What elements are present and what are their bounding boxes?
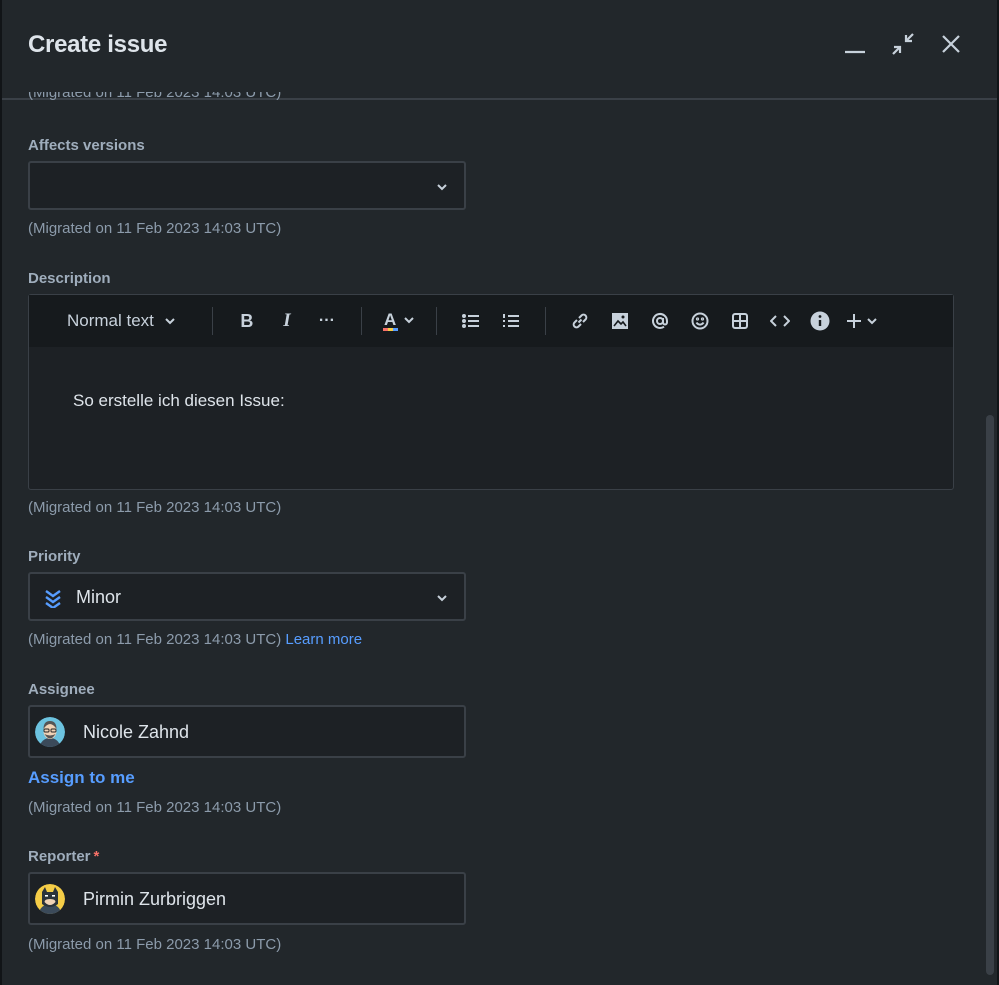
toolbar-divider: [544, 307, 546, 335]
more-formatting-button[interactable]: ···: [307, 305, 347, 337]
assignee-label: Assignee: [28, 681, 95, 698]
italic-button[interactable]: I: [267, 305, 307, 337]
image-icon[interactable]: [600, 305, 640, 337]
reporter-field[interactable]: Pirmin Zurbriggen: [28, 872, 466, 925]
toolbar-divider: [360, 307, 362, 335]
bold-button[interactable]: B: [227, 305, 267, 337]
required-marker: *: [93, 848, 100, 865]
chevron-down-icon: [165, 318, 175, 325]
description-editor[interactable]: Normal text B I ··· A So erstelle ich di…: [28, 294, 954, 490]
numbered-list-icon[interactable]: [491, 305, 531, 337]
text-color-button[interactable]: A: [376, 305, 422, 337]
previous-field-helper: (Migrated on 11 Feb 2023 14:03 UTC): [28, 92, 293, 106]
close-icon[interactable]: [939, 32, 963, 56]
previous-field-helper-text: (Migrated on 11 Feb 2023 14:03 UTC): [28, 92, 282, 101]
priority-select[interactable]: Minor: [28, 572, 466, 621]
priority-label: Priority: [28, 548, 81, 565]
minimize-icon[interactable]: [843, 32, 867, 56]
learn-more-link[interactable]: Learn more: [285, 631, 362, 648]
emoji-icon[interactable]: [680, 305, 720, 337]
info-panel-icon[interactable]: [800, 305, 840, 337]
collapse-arrows-icon[interactable]: [891, 32, 915, 56]
toolbar-divider: [435, 307, 437, 335]
mention-icon[interactable]: [640, 305, 680, 337]
modal-header: Create issue: [2, 0, 997, 100]
priority-value: Minor: [76, 587, 122, 607]
priority-helper-text: (Migrated on 11 Feb 2023 14:03 UTC): [28, 631, 282, 648]
assignee-field[interactable]: Nicole Zahnd: [28, 705, 466, 758]
assign-to-me-link[interactable]: Assign to me: [28, 768, 135, 788]
table-icon[interactable]: [720, 305, 760, 337]
chevron-down-icon: [436, 591, 448, 609]
assignee-name: Nicole Zahnd: [83, 722, 190, 742]
minor-priority-icon: [44, 588, 62, 613]
description-label: Description: [28, 270, 111, 287]
modal-title: Create issue: [28, 31, 168, 58]
text-style-label: Normal text: [67, 311, 154, 330]
toolbar-divider: [211, 307, 213, 335]
editor-toolbar: Normal text B I ··· A: [29, 295, 953, 347]
scrollbar-thumb[interactable]: [986, 415, 994, 975]
affects-versions-label: Affects versions: [28, 137, 145, 154]
text-style-dropdown[interactable]: Normal text: [67, 311, 176, 331]
priority-helper: (Migrated on 11 Feb 2023 14:03 UTC) Lear…: [28, 631, 362, 648]
avatar: [35, 884, 65, 914]
chevron-down-icon: [436, 180, 448, 198]
header-actions: [843, 32, 963, 56]
avatar: [35, 717, 65, 747]
reporter-name: Pirmin Zurbriggen: [83, 889, 227, 909]
link-icon[interactable]: [560, 305, 600, 337]
description-body[interactable]: So erstelle ich diesen Issue:: [73, 391, 285, 411]
insert-more-button[interactable]: [840, 305, 888, 337]
affects-versions-select[interactable]: [28, 161, 466, 210]
reporter-helper: (Migrated on 11 Feb 2023 14:03 UTC): [28, 936, 282, 953]
reporter-label-text: Reporter: [28, 848, 91, 865]
affects-versions-helper: (Migrated on 11 Feb 2023 14:03 UTC): [28, 220, 282, 237]
reporter-label: Reporter *: [28, 848, 99, 865]
assignee-helper: (Migrated on 11 Feb 2023 14:03 UTC): [28, 799, 282, 816]
svg-text:A: A: [384, 310, 396, 329]
create-issue-modal: Create issue (Migrated on 11 Feb 2023 14…: [0, 0, 999, 985]
code-icon[interactable]: [760, 305, 800, 337]
description-helper: (Migrated on 11 Feb 2023 14:03 UTC): [28, 499, 282, 516]
bullet-list-icon[interactable]: [451, 305, 491, 337]
